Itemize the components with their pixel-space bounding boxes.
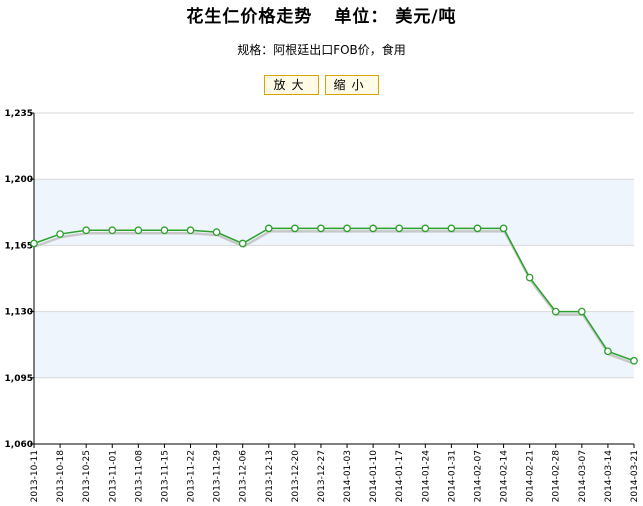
y-tick-label: 1,130 [5,308,33,318]
x-tick-label: 2013-12-20 [291,450,301,503]
y-tick-label: 1,235 [5,109,33,119]
data-point [186,226,195,235]
x-tick-label: 2014-02-28 [552,450,562,503]
data-point [551,307,560,316]
data-point [238,239,247,248]
x-tick-label: 2013-10-18 [56,450,66,503]
x-tick-label: 2014-02-07 [473,450,483,502]
data-point [212,228,221,237]
x-tick-label: 2013-12-13 [265,450,275,502]
x-tick-label: 2013-11-08 [134,450,144,503]
x-tick-labels: 2013-10-11 2013-10-18 2013-10-25 2013-11-01… [30,450,640,503]
data-point [577,307,586,316]
x-tick-label: 2014-03-07 [578,450,588,502]
data-point [343,224,351,233]
x-tick-label: 2013-12-27 [317,450,327,502]
y-tick-label: 1,095 [5,374,33,384]
chart-axes [30,112,635,448]
chart-grid [34,112,634,445]
x-tick-label: 2014-02-21 [526,450,536,502]
x-tick-label: 2014-01-24 [421,450,431,503]
x-tick-label: 2013-11-22 [187,450,197,502]
data-point [160,226,169,235]
data-point [108,226,117,235]
x-tick-label: 2013-11-01 [108,450,118,502]
band [34,311,634,378]
data-point [30,239,38,248]
x-tick-label: 2014-01-17 [395,450,405,502]
data-point [630,356,638,365]
y-tick-label: 1,200 [5,175,33,185]
x-tick-label: 2014-03-21 [630,450,640,502]
data-point [499,224,508,233]
y-tick-label: 1,060 [5,440,33,450]
data-point [447,224,456,233]
y-tick-labels: 1,235 1,200 1,165 1,130 1,095 1,060 [5,109,33,450]
x-tick-label: 2013-11-15 [160,450,170,502]
x-tick-label: 2013-10-25 [82,450,92,502]
data-point [317,224,325,233]
x-tick-label: 2014-01-31 [447,450,457,502]
data-point [473,224,482,233]
chart-bands [34,179,634,378]
x-tick-label: 2013-11-29 [213,450,223,503]
data-point [134,226,143,235]
data-point [264,224,273,233]
y-tick-label: 1,165 [5,241,33,251]
x-tick-label: 2014-02-14 [500,450,510,503]
data-point [395,224,404,233]
band [34,179,634,246]
data-point [421,224,430,233]
x-tick-label: 2013-10-11 [30,450,40,502]
x-tick-label: 2014-01-03 [343,450,353,502]
line-chart: 1,235 1,200 1,165 1,130 1,095 1,060 2013-10-1… [5,109,640,503]
data-point [82,226,91,235]
x-tick-label: 2014-03-14 [604,450,614,503]
data-point [291,224,299,233]
x-tick-label: 2014-01-10 [369,450,379,503]
data-point [604,347,612,356]
x-tick-label: 2013-12-06 [239,450,249,503]
data-point [525,273,534,282]
data-point [369,224,377,233]
data-point [56,230,64,238]
